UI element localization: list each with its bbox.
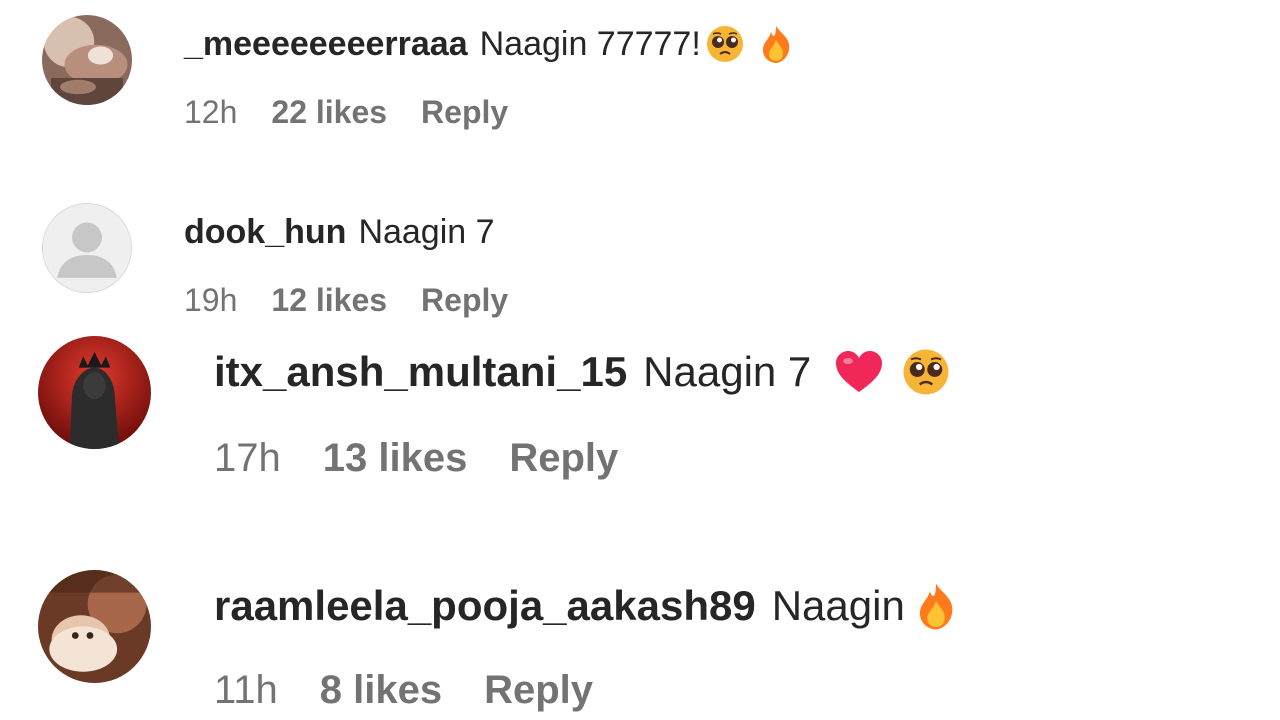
comment-line: _meeeeeeeerraaa Naagin 77777! — [184, 22, 793, 66]
likes-count[interactable]: 22 likes — [271, 94, 387, 131]
comments-list: _meeeeeeeerraaa Naagin 77777! 12h 22 lik… — [0, 0, 1280, 720]
comment-text: Naagin 77777! — [479, 24, 701, 63]
comment-time: 19h — [184, 282, 238, 318]
avatar-photo-icon — [38, 570, 151, 683]
comment-meta: 11h 8 likes Reply — [214, 668, 593, 713]
fire-emoji-icon — [759, 24, 793, 64]
comment-username[interactable]: _meeeeeeeerraaa — [184, 25, 468, 64]
avatar-photo-icon — [42, 15, 132, 105]
user-avatar[interactable] — [42, 15, 132, 105]
comment-text: Naagin 7 — [358, 212, 495, 251]
user-avatar[interactable] — [38, 336, 151, 449]
default-user-icon — [43, 204, 131, 292]
comment-line: dook_hun Naagin 7 — [184, 210, 495, 254]
reply-button[interactable]: Reply — [421, 94, 508, 131]
comment-username[interactable]: raamleela_pooja_aakash89 — [214, 582, 756, 630]
comment-meta: 17h 13 likes Reply — [214, 436, 618, 481]
comment-time: 11h — [214, 668, 278, 712]
likes-count[interactable]: 12 likes — [271, 282, 387, 319]
comment-line: raamleela_pooja_aakash89 Naagin — [214, 578, 957, 634]
comment-time: 12h — [184, 94, 238, 130]
comment-username[interactable]: itx_ansh_multani_15 — [214, 348, 627, 396]
comment-text: Naagin — [771, 582, 905, 629]
likes-count[interactable]: 13 likes — [323, 436, 468, 481]
user-avatar[interactable] — [38, 570, 151, 683]
reply-button[interactable]: Reply — [509, 436, 618, 481]
pleading-face-emoji-icon — [705, 24, 745, 64]
comment-line: itx_ansh_multani_15 Naagin 7 — [214, 344, 951, 400]
comment-text: Naagin 7 — [643, 348, 812, 395]
likes-count[interactable]: 8 likes — [320, 668, 442, 713]
comment-username[interactable]: dook_hun — [184, 213, 346, 252]
heart-emoji-icon — [833, 348, 885, 396]
fire-emoji-icon — [915, 581, 957, 631]
reply-button[interactable]: Reply — [484, 668, 593, 713]
user-avatar[interactable] — [42, 203, 132, 293]
comment-meta: 12h 22 likes Reply — [184, 94, 508, 131]
pleading-face-emoji-icon — [901, 347, 951, 397]
reply-button[interactable]: Reply — [421, 282, 508, 319]
comment-time: 17h — [214, 436, 281, 480]
avatar-photo-icon — [38, 336, 151, 449]
comment-meta: 19h 12 likes Reply — [184, 282, 508, 319]
